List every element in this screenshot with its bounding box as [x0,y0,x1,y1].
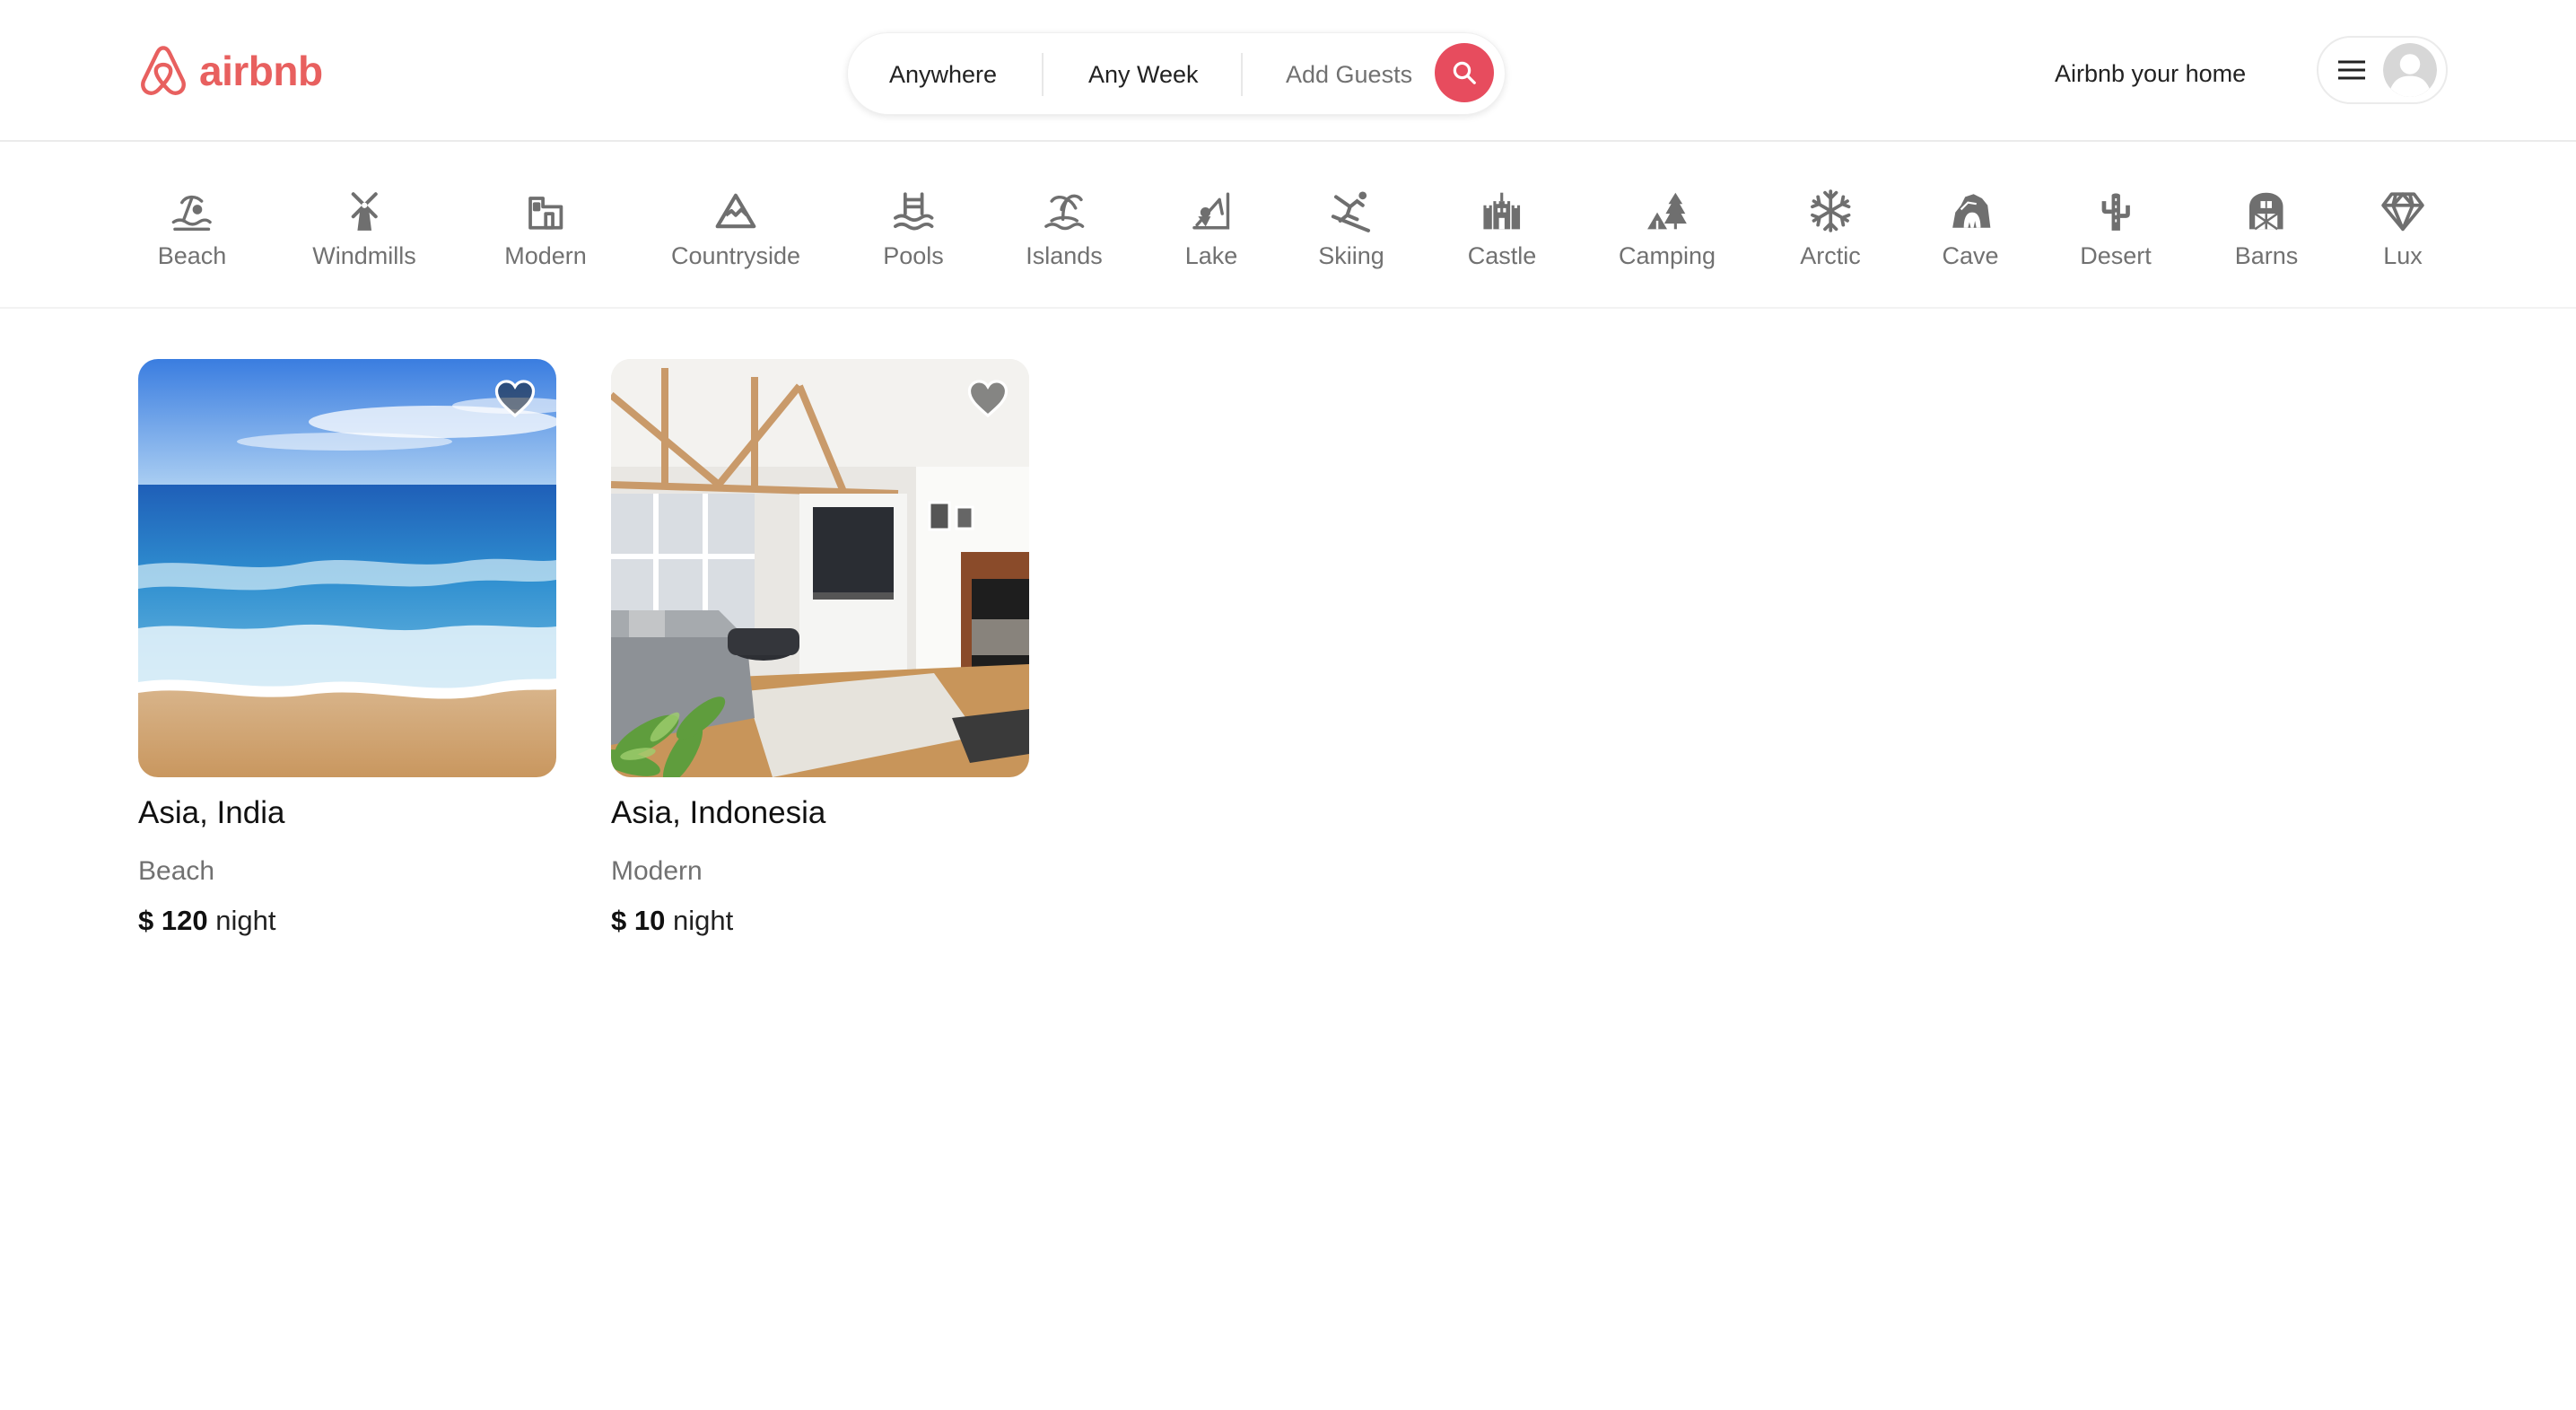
pool-icon [891,188,936,233]
search-when-button[interactable]: Any Week [1088,33,1199,116]
barn-icon [2244,188,2289,233]
cave-icon [1948,188,1993,233]
avatar [2383,43,2437,97]
search-bar[interactable]: Anywhere Any Week Add Guests [847,32,1506,115]
category-cave[interactable]: Cave [1942,144,1999,309]
cactus-icon [2093,188,2138,233]
listing-photo[interactable] [611,359,1029,777]
category-label: Pools [883,242,944,269]
price-unit: night [215,905,276,936]
category-modern[interactable]: Modern [504,144,587,309]
category-windmills[interactable]: Windmills [312,144,416,309]
host-your-home-link[interactable]: Airbnb your home [2055,32,2246,115]
price-amount: $ 10 [611,905,666,936]
price-unit: night [672,905,734,936]
category-label: Beach [157,242,227,269]
category-arctic[interactable]: Arctic [1800,144,1861,309]
listing-card[interactable]: Asia, India Beach $ 120 night [138,359,556,937]
category-lake[interactable]: Lake [1184,144,1238,309]
search-divider [1042,53,1043,96]
top-navbar: airbnb Anywhere Any Week Add Guests Airb… [0,0,2576,142]
category-label: Barns [2234,242,2299,269]
avatar-placeholder-icon [2383,43,2437,97]
search-guests-button[interactable]: Add Guests [1286,33,1412,116]
beach-icon [170,188,214,233]
category-bar: Beach Windmills Modern Countryside Pools… [0,144,2576,309]
category-camping[interactable]: Camping [1619,144,1716,309]
airbnb-logo-icon [141,46,186,95]
category-label: Countryside [670,242,801,269]
category-label: Lake [1184,242,1238,269]
snowflake-icon [1808,188,1853,233]
category-label: Camping [1618,242,1716,269]
diamond-icon [2380,188,2425,233]
search-icon [1453,61,1476,84]
category-label: Cave [1942,242,1999,269]
listing-photo[interactable] [138,359,556,777]
category-label: Arctic [1800,242,1861,269]
skiing-icon [1329,188,1374,233]
category-desert[interactable]: Desert [2080,144,2152,309]
search-where-button[interactable]: Anywhere [889,33,997,116]
island-icon [1042,188,1087,233]
category-label: Lux [2383,242,2423,269]
category-skiing[interactable]: Skiing [1318,144,1384,309]
category-label: Windmills [312,242,416,269]
price-amount: $ 120 [138,905,208,936]
category-pools[interactable]: Pools [883,144,944,309]
heart-icon [494,380,536,418]
category-label: Islands [1026,242,1103,269]
listing-category: Modern [611,856,703,886]
beach-photo [138,359,556,777]
category-barns[interactable]: Barns [2234,144,2299,309]
category-castle[interactable]: Castle [1467,144,1537,309]
listing-card[interactable]: Asia, Indonesia Modern $ 10 night [611,359,1029,937]
hamburger-icon [2338,59,2365,81]
category-label: Desert [2080,242,2152,269]
listing-price: $ 120 night [138,905,556,937]
windmill-icon [342,188,387,233]
listing-location: Asia, India [138,795,285,830]
category-beach[interactable]: Beach [157,144,227,309]
camping-icon [1645,188,1690,233]
living-room-photo [611,359,1029,777]
brand-name: airbnb [199,48,323,94]
user-menu-button[interactable] [2317,36,2448,104]
listing-location: Asia, Indonesia [611,795,826,830]
search-divider [1241,53,1243,96]
heart-icon [967,380,1009,418]
category-label: Modern [504,242,587,269]
lake-icon [1189,188,1234,233]
listing-price: $ 10 night [611,905,1029,937]
modern-house-icon [523,188,568,233]
castle-icon [1480,188,1524,233]
category-islands[interactable]: Islands [1026,144,1103,309]
search-submit-button[interactable] [1435,43,1494,102]
listing-category: Beach [138,856,215,886]
mountain-icon [713,188,758,233]
favorite-button[interactable] [493,379,537,418]
airbnb-logo[interactable]: airbnb [136,43,323,99]
category-label: Skiing [1318,242,1384,269]
favorite-button[interactable] [966,379,1009,418]
category-lux[interactable]: Lux [2380,144,2425,309]
category-label: Castle [1467,242,1537,269]
category-countryside[interactable]: Countryside [671,144,800,309]
